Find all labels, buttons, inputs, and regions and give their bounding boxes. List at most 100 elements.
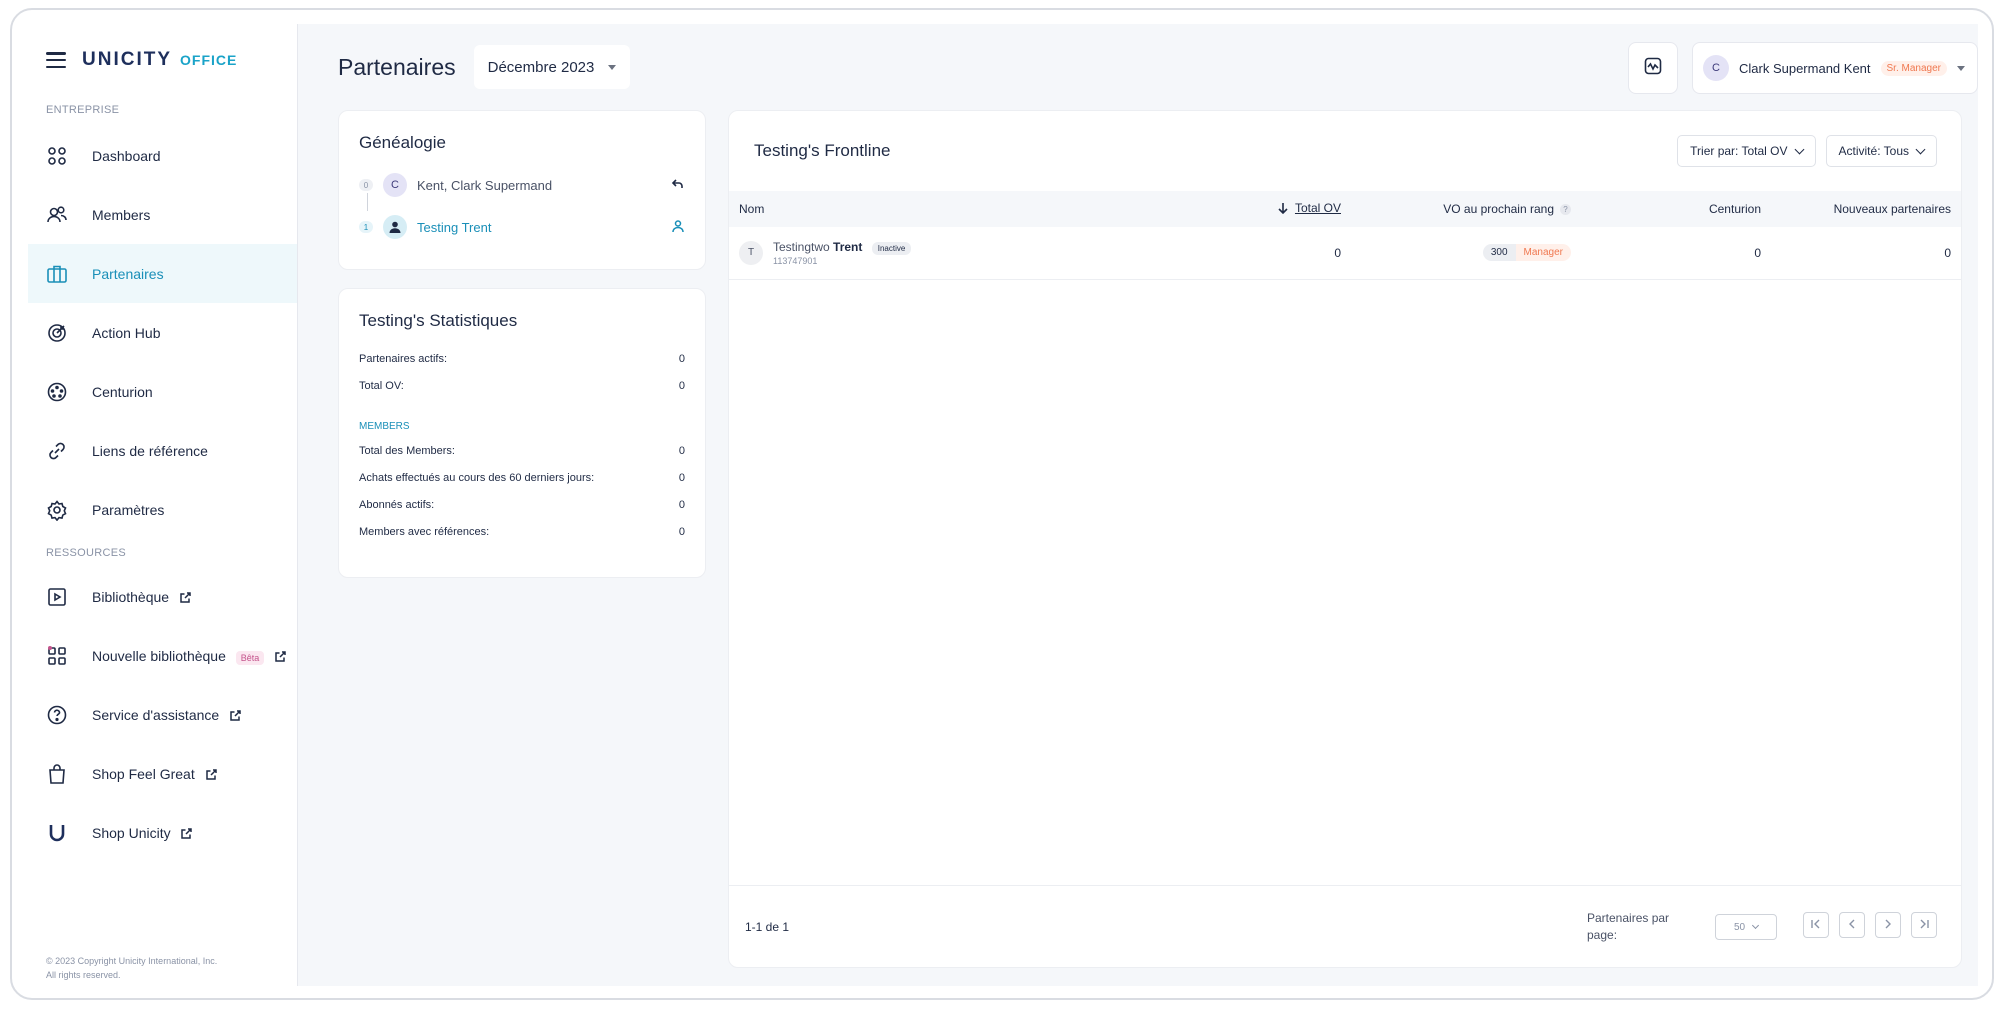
stat-value: 0 — [678, 498, 685, 511]
table-footer: 1-1 de 1 Partenaires par page: 50 — [729, 885, 1961, 967]
logo-main: UNICITY — [82, 49, 172, 70]
frontline-header: Testing's Frontline Trier par: Total OV … — [729, 111, 1961, 191]
main-content: Partenaires Décembre 2023 C Clark Superm… — [298, 24, 1978, 986]
rank-badge: Sr. Manager — [1880, 60, 1947, 76]
stat-row: Total des Members: 0 — [359, 437, 685, 464]
brand-bar: UNICITY OFFICE — [28, 24, 297, 96]
vo-rank: Manager — [1515, 244, 1571, 262]
sidebar-item-liens[interactable]: Liens de référence — [28, 421, 297, 480]
sidebar-item-nouvelle-bibliotheque[interactable]: Nouvelle bibliothèque Bêta — [28, 626, 297, 685]
sidebar-item-shop-unicity[interactable]: Shop Unicity — [28, 803, 297, 862]
sidebar-item-centurion[interactable]: Centurion — [28, 362, 297, 421]
tree-connector — [367, 193, 368, 211]
copyright-line: All rights reserved. — [46, 970, 121, 980]
pagination-range: 1-1 de 1 — [745, 919, 790, 934]
chevron-right-icon — [1882, 918, 1894, 933]
next-page-button[interactable] — [1875, 912, 1901, 938]
avatar: C — [383, 173, 407, 197]
members-icon — [46, 204, 68, 226]
copyright: © 2023 Copyright Unicity International, … — [46, 954, 217, 982]
help-icon[interactable]: ? — [1560, 204, 1571, 216]
per-page-value: 50 — [1733, 921, 1746, 933]
sidebar-item-label: Service d'assistance — [92, 706, 220, 723]
sidebar-item-label: Bibliothèque — [92, 588, 170, 605]
stat-label: Total des Members: — [359, 444, 455, 457]
user-icon[interactable] — [671, 219, 685, 236]
column-header-total-ov[interactable]: Total OV — [1111, 191, 1351, 227]
logo-sub: OFFICE — [180, 52, 238, 68]
genealogy-row[interactable]: 1 Testing Trent — [359, 211, 685, 243]
per-page-select[interactable]: 50 — [1715, 914, 1777, 940]
return-icon[interactable] — [671, 177, 685, 194]
sidebar-item-label: Centurion — [92, 383, 153, 400]
last-page-button[interactable] — [1911, 912, 1937, 938]
table-row[interactable]: T Testingtwo Trent Inactive 113747901 0 … — [729, 227, 1961, 279]
user-name: Clark Supermand Kent — [1739, 60, 1871, 76]
genealogy-title: Généalogie — [359, 133, 446, 152]
menu-icon[interactable] — [46, 52, 66, 68]
avatar: C — [1703, 55, 1729, 81]
app: UNICITY OFFICE ENTREPRISE Dashboard Memb… — [28, 24, 1978, 986]
sort-select[interactable]: Trier par: Total OV — [1677, 135, 1816, 167]
sidebar-item-label: Liens de référence — [92, 442, 208, 459]
stat-value: 0 — [678, 352, 685, 365]
sidebar-item-dashboard[interactable]: Dashboard — [28, 126, 297, 185]
logo[interactable]: UNICITY OFFICE — [82, 49, 237, 71]
stat-value: 0 — [678, 525, 685, 538]
per-page-control: Partenaires par page: 50 — [1587, 910, 1777, 944]
column-header-new-partners[interactable]: Nouveaux partenaires — [1771, 191, 1961, 227]
topbar: Partenaires Décembre 2023 C Clark Superm… — [338, 42, 1978, 94]
total-ov-cell: 0 — [1334, 245, 1341, 260]
sidebar-item-shop-feel-great[interactable]: Shop Feel Great — [28, 744, 297, 803]
dashboard-icon — [46, 145, 68, 167]
sidebar-item-label: Nouvelle bibliothèque — [92, 647, 226, 664]
sidebar-item-bibliotheque[interactable]: Bibliothèque — [28, 567, 297, 626]
help-icon — [46, 704, 68, 726]
sidebar-item-partenaires[interactable]: Partenaires — [28, 244, 297, 303]
stat-row: Partenaires actifs: 0 — [359, 345, 685, 372]
sidebar-item-parametres[interactable]: Paramètres — [28, 480, 297, 539]
sidebar-item-service-assistance[interactable]: Service d'assistance — [28, 685, 297, 744]
user-menu[interactable]: C Clark Supermand Kent Sr. Manager — [1692, 42, 1978, 94]
first-page-button[interactable] — [1803, 912, 1829, 938]
month-value: Décembre 2023 — [487, 58, 595, 76]
month-select[interactable]: Décembre 2023 — [473, 45, 631, 89]
partner-last-name: Trent — [833, 239, 863, 254]
sidebar-item-label: Shop Unicity — [92, 824, 171, 841]
column-header-vo-next[interactable]: VO au prochain rang? — [1351, 191, 1581, 227]
column-header-centurion[interactable]: Centurion — [1581, 191, 1771, 227]
gear-icon — [46, 499, 68, 521]
window-frame: UNICITY OFFICE ENTREPRISE Dashboard Memb… — [10, 8, 1994, 1000]
apps-icon — [46, 645, 68, 667]
table-header-row: Nom Total OV VO au prochain rang? Centur… — [729, 191, 1961, 227]
last-page-icon — [1918, 918, 1930, 933]
prev-page-button[interactable] — [1839, 912, 1865, 938]
arrow-down-icon — [1277, 202, 1289, 217]
stats-card: Testing's Statistiques Partenaires actif… — [338, 288, 706, 578]
sidebar-item-action-hub[interactable]: Action Hub — [28, 303, 297, 362]
stat-label: Partenaires actifs: — [359, 352, 448, 365]
sidebar: UNICITY OFFICE ENTREPRISE Dashboard Memb… — [28, 24, 298, 986]
activity-button[interactable] — [1628, 42, 1678, 94]
activity-filter-select[interactable]: Activité: Tous — [1825, 135, 1937, 167]
sidebar-item-label: Dashboard — [92, 147, 161, 164]
person-icon — [383, 215, 407, 239]
stat-row: Achats effectués au cours des 60 dernier… — [359, 464, 685, 491]
genealogy-row[interactable]: 0 C Kent, Clark Supermand — [359, 169, 685, 211]
new-partners-cell: 0 — [1944, 245, 1951, 260]
vo-next-cell: 300 Manager — [1351, 227, 1581, 279]
activity-filter-label: Activité: Tous — [1838, 144, 1909, 158]
level-badge: 0 — [359, 179, 373, 191]
column-header-name[interactable]: Nom — [729, 191, 1111, 227]
stat-row: Members avec références: 0 — [359, 518, 685, 545]
briefcase-icon — [46, 263, 68, 285]
chevron-down-icon — [1752, 921, 1760, 929]
name-cell: T Testingtwo Trent Inactive 113747901 — [729, 227, 1111, 279]
target-icon — [46, 322, 68, 344]
centurion-icon — [46, 381, 68, 403]
sidebar-item-members[interactable]: Members — [28, 185, 297, 244]
first-page-icon — [1810, 918, 1822, 933]
partner-name[interactable]: Testingtwo Trent Inactive — [773, 239, 912, 255]
partner-first-name: Testingtwo — [773, 239, 830, 254]
level-badge: 1 — [359, 221, 373, 233]
